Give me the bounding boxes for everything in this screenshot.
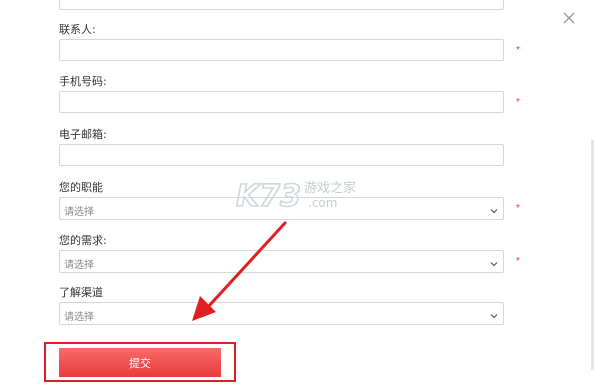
- channel-select-value: 请选择: [64, 312, 94, 323]
- channel-select[interactable]: 请选择: [59, 302, 504, 325]
- company-field[interactable]: [59, 0, 504, 10]
- email-label: 电子邮箱:: [59, 128, 107, 141]
- watermark-logo: K73: [236, 179, 301, 212]
- position-label: 您的职能: [59, 181, 103, 194]
- required-mark: *: [516, 203, 520, 214]
- chevron-down-icon: [489, 203, 499, 214]
- position-select-value: 请选择: [64, 207, 94, 218]
- required-mark: *: [516, 45, 520, 56]
- watermark-site-tld: .com: [308, 196, 337, 210]
- needs-select-value: 请选择: [64, 260, 94, 271]
- email-field[interactable]: [59, 144, 504, 166]
- phone-field[interactable]: [59, 91, 504, 113]
- k73-watermark: K73 游戏之家 .com: [235, 178, 362, 215]
- contact-label: 联系人:: [59, 23, 96, 36]
- phone-label: 手机号码:: [59, 75, 107, 88]
- close-icon[interactable]: [562, 11, 576, 25]
- chevron-down-icon: [489, 256, 499, 267]
- required-mark: *: [516, 97, 520, 108]
- contact-field[interactable]: [59, 39, 504, 61]
- scrollbar[interactable]: [591, 140, 594, 370]
- needs-select[interactable]: 请选择: [59, 250, 504, 273]
- submit-button[interactable]: 提交: [59, 348, 221, 377]
- needs-label: 您的需求:: [59, 234, 107, 247]
- channel-label: 了解渠道: [59, 286, 103, 299]
- lead-form-dialog: 联系人: * 手机号码: * 电子邮箱: 您的职能 请选择 * 您的需求: 请选…: [0, 0, 596, 388]
- watermark-site-cn: 游戏之家: [304, 180, 356, 196]
- required-mark: *: [516, 256, 520, 267]
- chevron-down-icon: [489, 308, 499, 319]
